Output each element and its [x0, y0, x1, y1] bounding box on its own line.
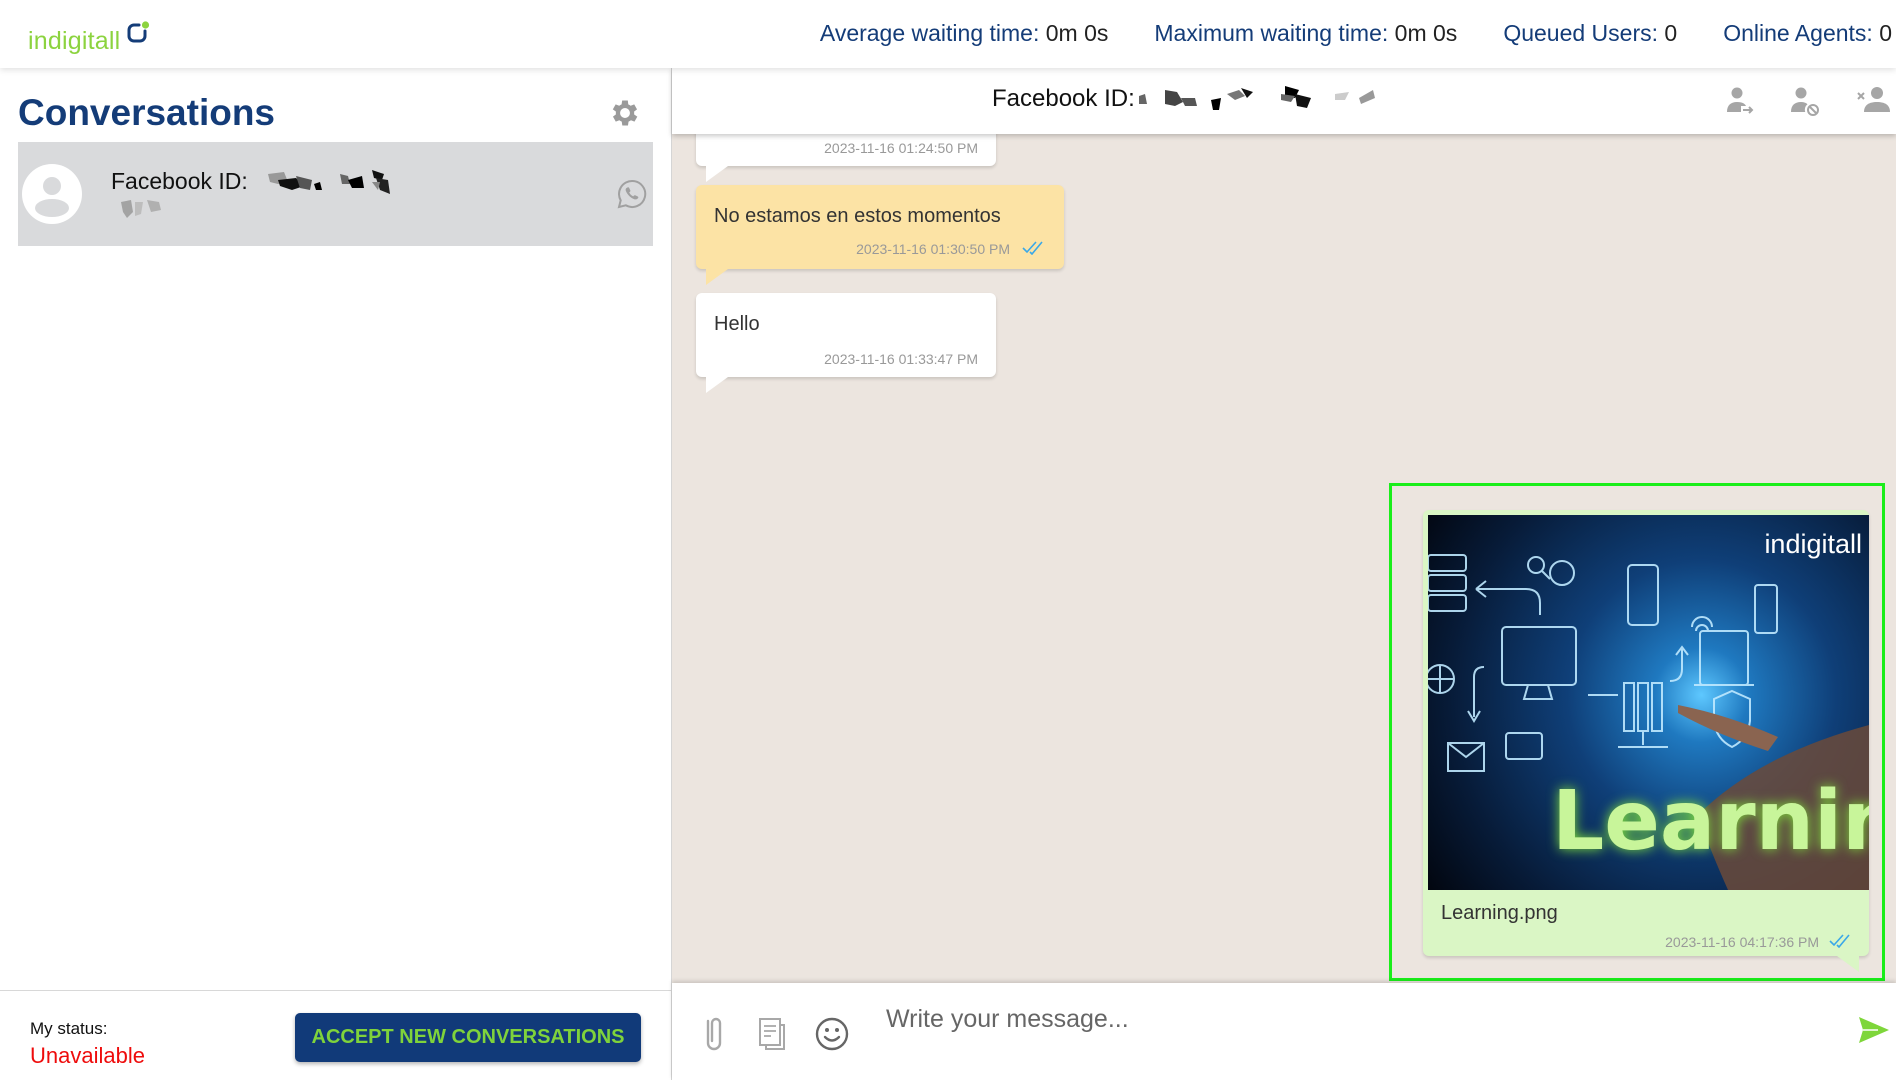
send-icon[interactable]: [1858, 1015, 1890, 1045]
metric-value: 0: [1664, 20, 1678, 46]
logo: indigitall: [28, 14, 150, 54]
bubble-tail: [1837, 956, 1859, 972]
user-placeholder-icon: [35, 177, 69, 217]
metric-average-waiting-time: Average waiting time: 0m 0s: [820, 20, 1109, 47]
templates-icon[interactable]: [754, 1013, 790, 1053]
image-attachment[interactable]: indigitall Learning: [1428, 515, 1869, 890]
metric-online-agents: Online Agents: 0: [1723, 20, 1892, 47]
message-bubble-incoming: 2023-11-16 01:24:50 PM: [696, 134, 996, 182]
logo-mark-icon: [127, 21, 150, 43]
image-brand-text: indigitall: [1764, 529, 1862, 559]
message-timestamp: 2023-11-16 04:17:36 PM: [1665, 934, 1819, 950]
transfer-user-icon[interactable]: [1723, 84, 1757, 118]
bubble-tail: [706, 269, 728, 285]
emoji-icon[interactable]: [814, 1013, 850, 1053]
metric-label: Online Agents:: [1723, 20, 1873, 46]
message-input[interactable]: [886, 999, 1786, 1039]
metric-label: Maximum waiting time:: [1154, 20, 1389, 46]
sidebar-title: Conversations: [18, 92, 276, 133]
chat-title: Facebook ID:: [992, 84, 1405, 114]
conversation-name: Facebook ID:: [111, 168, 414, 198]
paperclip-icon[interactable]: [696, 1013, 732, 1053]
message-composer: [672, 983, 1896, 1080]
message-text: Hello: [714, 313, 760, 335]
image-headline-text: Learning: [1552, 774, 1869, 869]
top-bar: indigitall Average waiting time: 0m 0s M…: [0, 0, 1896, 68]
image-illustration: indigitall Learning: [1428, 529, 1869, 890]
redacted-id: [268, 170, 391, 194]
message-timestamp: 2023-11-16 01:33:47 PM: [824, 351, 978, 367]
message-timestamp: 2023-11-16 01:24:50 PM: [824, 140, 978, 156]
conversations-sidebar: Conversations Facebook ID: My status: Un…: [0, 68, 672, 1080]
read-receipt-icon: [1022, 241, 1043, 255]
message-bubble-outgoing-image: indigitall Learning Learning.png 2023-11…: [1423, 510, 1869, 972]
accept-new-conversations-button[interactable]: ACCEPT NEW CONVERSATIONS: [295, 1013, 641, 1062]
conversation-name-label: Facebook ID:: [111, 168, 248, 195]
message-bubble-incoming: Hello 2023-11-16 01:33:47 PM: [696, 293, 996, 393]
message-timestamp: 2023-11-16 01:30:50 PM: [856, 241, 1010, 257]
metric-queued-users: Queued Users: 0: [1503, 20, 1677, 47]
agent-status-footer: My status: Unavailable ACCEPT NEW CONVER…: [0, 990, 671, 1080]
metric-value: 0m 0s: [1394, 20, 1458, 46]
chat-header: Facebook ID:: [672, 68, 1896, 134]
chat-title-label: Facebook ID:: [992, 85, 1135, 112]
message-text: No estamos en estos momentos: [714, 205, 1001, 227]
logo-text: indigitall: [28, 27, 121, 55]
metric-value: 0m 0s: [1045, 20, 1109, 46]
gear-icon[interactable]: [608, 96, 642, 130]
message-bubble-auto-reply: No estamos en estos momentos 2023-11-16 …: [696, 185, 1064, 285]
attachment-filename[interactable]: Learning.png: [1441, 902, 1558, 925]
status-label: My status:: [30, 1019, 108, 1038]
queue-metrics: Average waiting time: 0m 0s Maximum wait…: [820, 20, 1892, 47]
redacted-id: [1138, 86, 1375, 110]
status-value: Unavailable: [30, 1043, 145, 1068]
metric-label: Average waiting time:: [819, 20, 1040, 46]
block-user-icon[interactable]: [1788, 84, 1822, 118]
bubble-tail: [706, 166, 728, 182]
metric-label: Queued Users:: [1503, 20, 1659, 46]
avatar: [22, 164, 82, 224]
message-list[interactable]: 2023-11-16 01:24:50 PM No estamos en est…: [672, 134, 1896, 983]
read-receipt-icon: [1829, 934, 1850, 948]
metric-value: 0: [1879, 20, 1892, 46]
remove-user-icon[interactable]: [1856, 84, 1890, 118]
redacted-id-secondary: [121, 200, 161, 218]
whatsapp-icon: [617, 179, 647, 209]
conversation-list-item[interactable]: Facebook ID:: [18, 142, 653, 246]
chat-panel: Facebook ID: 2023-11-16 01:24:50 PM No e…: [672, 68, 1896, 1080]
metric-maximum-waiting-time: Maximum waiting time: 0m 0s: [1154, 20, 1457, 47]
bubble-tail: [706, 377, 728, 393]
